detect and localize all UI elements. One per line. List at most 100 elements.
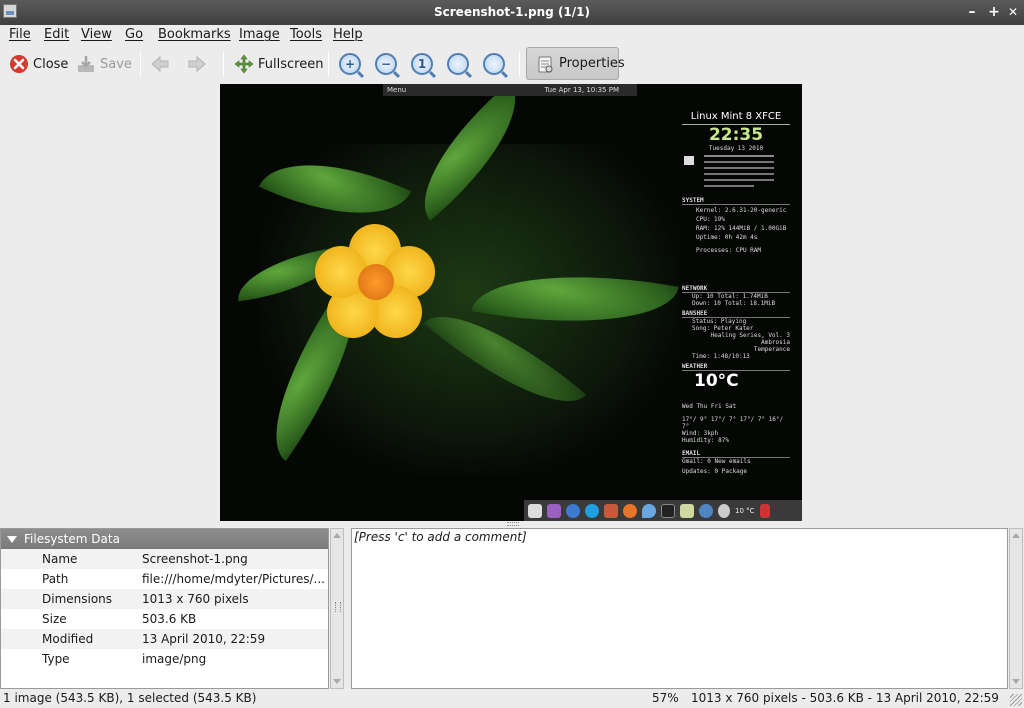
comment-scrollbar[interactable] [1009,528,1023,689]
conky-email-header: EMAIL [682,450,790,458]
property-row[interactable]: Type image/png [1,649,328,669]
conky-forecast-temps: 17°/ 9° 17°/ 7° 17°/ 7° 16°/ 7° [682,416,784,430]
scroll-down-icon[interactable] [333,679,341,684]
power-icon [759,503,770,518]
filesystem-data-label: Filesystem Data [24,532,120,546]
zoom-in-icon: + [339,53,361,75]
properties-button-label: Properties [559,56,625,71]
scroll-up-icon[interactable] [333,533,341,538]
property-key: Size [42,612,67,626]
fullscreen-button[interactable]: Fullscreen [234,49,323,79]
close-window-button[interactable]: ✕ [1004,3,1022,21]
property-row[interactable]: Dimensions 1013 x 760 pixels [1,589,328,609]
menu-go[interactable]: Go [125,27,143,42]
menu-edit[interactable]: Edit [44,27,69,42]
screenshot-top-panel: Menu Tue Apr 13, 10:35 PM [383,84,637,96]
conky-forecast-days: Wed Thu Fri Sat [682,403,737,410]
conky-gmail: Gmail: 0 New emails [682,458,751,465]
minimize-button[interactable]: – [963,3,981,21]
menu-help[interactable]: Help [333,27,363,42]
image-view[interactable]: Menu Tue Apr 13, 10:35 PM Linux Mint 8 X… [220,84,802,521]
conky-kernel: Kernel: 2.6.31-20-generic [696,207,787,214]
arrow-left-icon [150,54,170,74]
window-title: Screenshot-1.png (1/1) [434,5,590,19]
conky-weather-header: WEATHER [682,363,790,371]
conky-temperature: 10°C [694,371,739,391]
menu-tools[interactable]: Tools [290,27,322,42]
conky-processes: Processes: CPU RAM [696,247,762,254]
previous-button[interactable] [150,49,174,79]
menu-file[interactable]: File [9,27,31,42]
notes-icon [680,503,694,518]
property-value: 503.6 KB [142,612,197,626]
property-value: Screenshot-1.png [142,552,248,566]
conky-banshee-header: BANSHEE [682,310,790,318]
terminal-icon [661,503,675,518]
conky-status: Status: Playing [692,318,747,325]
pidgin-icon [566,503,580,518]
zoom-normal-button[interactable]: 1 [411,49,433,79]
property-key: Modified [42,632,94,646]
zoom-fit-width-button[interactable] [483,49,505,79]
zoom-fit-icon [447,53,469,75]
conky-calendar [682,152,790,194]
property-key: Dimensions [42,592,113,606]
menu-view[interactable]: View [81,27,112,42]
status-bar: 1 image (543.5 KB), 1 selected (543.5 KB… [0,690,1024,708]
status-zoom: 57% [652,691,679,705]
fullscreen-icon [234,54,254,74]
maximize-button[interactable]: + [985,3,1003,21]
property-row[interactable]: Size 503.6 KB [1,609,328,629]
skype-icon [585,503,599,518]
property-row[interactable]: Name Screenshot-1.png [1,549,328,569]
screenshot-datetime: Tue Apr 13, 10:35 PM [544,86,619,94]
settings-icon [547,503,561,518]
conky-down: Down: 10 Total: 18.1MiB [692,300,776,307]
menu-bar: File Edit View Go Bookmarks Image Tools … [0,25,1024,45]
conky-process-list [682,254,790,282]
scroll-up-icon[interactable] [1012,533,1020,538]
title-bar: Screenshot-1.png (1/1) – + ✕ [0,0,1024,25]
properties-button[interactable]: Properties [526,47,625,80]
comment-placeholder: [Press 'c' to add a comment] [354,530,527,544]
property-key: Path [42,572,69,586]
conky-song: Song: Peter Kater [692,325,754,332]
save-button-label: Save [100,56,132,72]
vertical-pane-splitter[interactable] [335,602,341,612]
property-value: 13 April 2010, 22:59 [142,632,266,646]
conky-song-title: Temperance [753,346,790,353]
zoom-fit-button[interactable] [447,49,469,79]
conky-cpu: CPU: 19% [696,216,725,223]
conky-updates: Updates: 0 Package [682,468,748,475]
app-icon [604,503,618,518]
comment-area[interactable]: [Press 'c' to add a comment] [351,528,1008,689]
zoom-in-button[interactable]: + [339,49,361,79]
scroll-down-icon[interactable] [1012,679,1020,684]
conky-wind: Wind: 3kph [682,430,719,437]
conky-distro: Linux Mint 8 XFCE [682,110,790,125]
toolbar-separator [328,51,329,77]
conky-widget: Linux Mint 8 XFCE 22:35 Tuesday 13 2010 … [682,110,790,475]
save-button[interactable]: Save [76,49,132,79]
collapse-triangle-icon[interactable] [7,535,17,543]
cloud-icon [718,503,730,518]
screenshot-bottom-panel: 10 °C [524,500,802,521]
zoom-out-button[interactable]: − [375,49,397,79]
conky-network-header: NETWORK [682,285,790,293]
properties-icon [535,54,555,74]
close-button[interactable]: Close [9,49,68,79]
menu-image[interactable]: Image [239,27,280,42]
close-icon [528,503,542,518]
filesystem-data-header[interactable]: Filesystem Data [1,529,328,549]
next-button[interactable] [187,49,211,79]
conky-song-album: Healing Series, Vol. 3 Ambrosia [710,332,790,346]
property-row[interactable]: Modified 13 April 2010, 22:59 [1,629,328,649]
property-row[interactable]: Path file:///home/mdyter/Pictures/... [1,569,328,589]
screenshot-menu-label: Menu [387,86,407,94]
properties-panel: Filesystem Data Name Screenshot-1.png Pa… [0,528,329,689]
zoom-normal-icon: 1 [411,53,433,75]
close-button-label: Close [33,56,69,72]
resize-grip[interactable] [1010,694,1022,706]
horizontal-pane-splitter[interactable] [507,522,519,526]
menu-bookmarks[interactable]: Bookmarks [158,27,231,42]
